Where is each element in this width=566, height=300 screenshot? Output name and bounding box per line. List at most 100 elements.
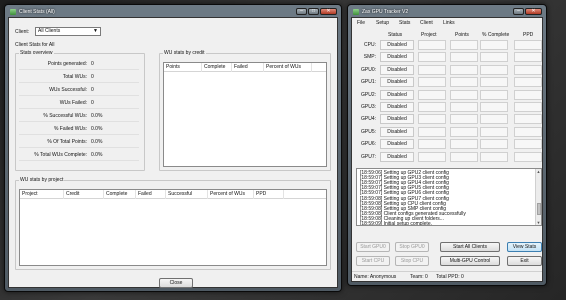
client-row-cell bbox=[450, 102, 478, 112]
app-icon bbox=[353, 9, 359, 15]
client-row: GPU1: Disabled bbox=[352, 77, 546, 88]
stat-value: 0.0% bbox=[91, 139, 103, 145]
start-gpu0-button[interactable]: Start GPU0 bbox=[356, 242, 390, 252]
close-button[interactable]: Close bbox=[159, 278, 193, 288]
client-row-status: Disabled bbox=[380, 64, 414, 75]
client-row-cell bbox=[450, 126, 478, 137]
client-row-label: GPU2: bbox=[360, 91, 376, 98]
client-row-status: Disabled bbox=[380, 102, 414, 112]
client-row-cell bbox=[418, 77, 446, 88]
wu-by-project-group: WU stats by project Project Credit Compl… bbox=[15, 177, 331, 270]
client-row: GPU4: Disabled bbox=[352, 114, 546, 125]
client-row-cell bbox=[480, 114, 508, 125]
column-header[interactable]: Percent of WUs bbox=[264, 63, 312, 72]
chevron-down-icon: ▼ bbox=[93, 28, 98, 34]
client-row-label: SMP: bbox=[363, 54, 376, 61]
column-ppd: PPD bbox=[523, 32, 534, 38]
client-stats-titlebar[interactable]: Client Stats (All) – □ ✕ bbox=[7, 7, 339, 17]
client-stats-header: Client Stats for All bbox=[15, 42, 55, 48]
stats-overview-group: Stats overview Points generated: 0 Total … bbox=[15, 50, 145, 171]
menu-bar: File Setup Stats Client Links bbox=[352, 18, 542, 28]
column-header[interactable]: Project bbox=[20, 190, 64, 199]
view-stats-button[interactable]: View Stats bbox=[507, 242, 542, 252]
column-header[interactable]: Failed bbox=[136, 190, 166, 199]
column-header[interactable]: Successful bbox=[166, 190, 208, 199]
column-header[interactable]: Credit bbox=[64, 190, 104, 199]
menu-setup[interactable]: Setup bbox=[376, 20, 389, 26]
menu-stats[interactable]: Stats bbox=[399, 20, 410, 26]
client-row-cell bbox=[418, 126, 446, 137]
menu-file[interactable]: File bbox=[357, 20, 365, 26]
column-points: Points bbox=[455, 32, 469, 38]
client-row-cell bbox=[450, 114, 478, 125]
client-row-status: Disabled bbox=[380, 139, 414, 150]
multi-gpu-control-button[interactable]: Multi-GPU Control bbox=[440, 256, 500, 266]
client-row-status: Disabled bbox=[380, 114, 414, 125]
stat-key: % Total WUs Complete: bbox=[34, 152, 87, 158]
status-team: Team: 0 bbox=[410, 274, 428, 280]
stat-row: Points generated: 0 bbox=[19, 59, 139, 70]
scroll-up-icon[interactable]: ▲ bbox=[536, 169, 541, 174]
start-all-clients-button[interactable]: Start All Clients bbox=[440, 242, 500, 252]
scroll-thumb[interactable] bbox=[537, 203, 541, 215]
client-row-cell bbox=[450, 64, 478, 75]
client-row-cell bbox=[480, 126, 508, 137]
exit-button[interactable]: Exit bbox=[507, 256, 542, 266]
client-row: GPU7: Disabled bbox=[352, 151, 546, 163]
wu-by-credit-title: WU stats by credit bbox=[163, 50, 206, 56]
column-header[interactable]: Complete bbox=[104, 190, 136, 199]
stat-key: % Failed WUs: bbox=[53, 126, 87, 132]
client-row-label: GPU0: bbox=[360, 66, 376, 73]
menu-links[interactable]: Links bbox=[443, 20, 455, 26]
client-row: SMP: Disabled bbox=[352, 52, 546, 63]
minimize-icon[interactable]: – bbox=[296, 8, 307, 15]
client-row-label: GPU3: bbox=[360, 104, 376, 110]
log-scrollbar[interactable]: ▲ ▼ bbox=[535, 169, 541, 225]
client-row-cell bbox=[514, 64, 542, 75]
client-row-label: GPU6: bbox=[360, 141, 376, 148]
client-row-status: Disabled bbox=[380, 151, 414, 162]
column-header[interactable]: Points bbox=[164, 63, 202, 72]
client-row: GPU0: Disabled bbox=[352, 64, 546, 76]
scroll-down-icon[interactable]: ▼ bbox=[536, 220, 541, 225]
stat-value: 0.0% bbox=[91, 126, 103, 132]
client-row-label: CPU: bbox=[364, 42, 376, 48]
column-header[interactable]: Complete bbox=[202, 63, 232, 72]
stop-gpu0-button[interactable]: Stop GPU0 bbox=[395, 242, 429, 252]
gpu-tracker-window: Zax GPU Tracker V2 – ✕ File Setup Stats … bbox=[347, 4, 547, 286]
client-row: GPU6: Disabled bbox=[352, 139, 546, 150]
activity-log[interactable]: [18:59:06] Setting up GPU2 client config… bbox=[356, 168, 542, 226]
column-header[interactable]: Percent of WUs bbox=[208, 190, 254, 199]
status-ppd: Total PPD: 0 bbox=[436, 274, 464, 280]
client-row-cell bbox=[480, 139, 508, 150]
list-header: Points Complete Failed Percent of WUs bbox=[164, 63, 326, 72]
client-select[interactable]: All Clients ▼ bbox=[35, 27, 101, 36]
stop-cpu-button[interactable]: Stop CPU bbox=[395, 256, 429, 266]
client-row-cell bbox=[480, 151, 508, 162]
menu-client[interactable]: Client bbox=[420, 20, 433, 26]
stat-key: Total WUs: bbox=[62, 74, 87, 80]
minimize-icon[interactable]: – bbox=[513, 8, 524, 15]
close-icon[interactable]: ✕ bbox=[320, 8, 337, 15]
column-project: Project bbox=[421, 32, 437, 38]
client-row-cell bbox=[480, 64, 508, 75]
wu-by-credit-list[interactable]: Points Complete Failed Percent of WUs bbox=[163, 62, 327, 167]
client-row-cell bbox=[418, 102, 446, 112]
gpu-tracker-titlebar[interactable]: Zax GPU Tracker V2 – ✕ bbox=[350, 7, 544, 17]
client-row-cell bbox=[418, 151, 446, 162]
client-row-cell bbox=[450, 52, 478, 63]
start-cpu-button[interactable]: Start CPU bbox=[356, 256, 390, 266]
stat-row: % Successful WUs: 0.0% bbox=[19, 111, 139, 122]
client-row-cell bbox=[418, 52, 446, 63]
maximize-icon[interactable]: □ bbox=[308, 8, 319, 15]
column-header[interactable]: PPD bbox=[254, 190, 284, 199]
stat-row: Total WUs: 0 bbox=[19, 72, 139, 83]
column-header[interactable]: Failed bbox=[232, 63, 264, 72]
stat-key: WUs Successful: bbox=[49, 87, 87, 93]
close-icon[interactable]: ✕ bbox=[525, 8, 542, 15]
client-rows: CPU: Disabled SMP: Disabled GPU0: Disabled GPU… bbox=[352, 40, 546, 166]
client-row-cell bbox=[480, 52, 508, 63]
wu-by-project-list[interactable]: Project Credit Complete Failed Successfu… bbox=[19, 189, 327, 266]
client-row-status: Disabled bbox=[380, 126, 414, 137]
client-row-cell bbox=[418, 40, 446, 50]
